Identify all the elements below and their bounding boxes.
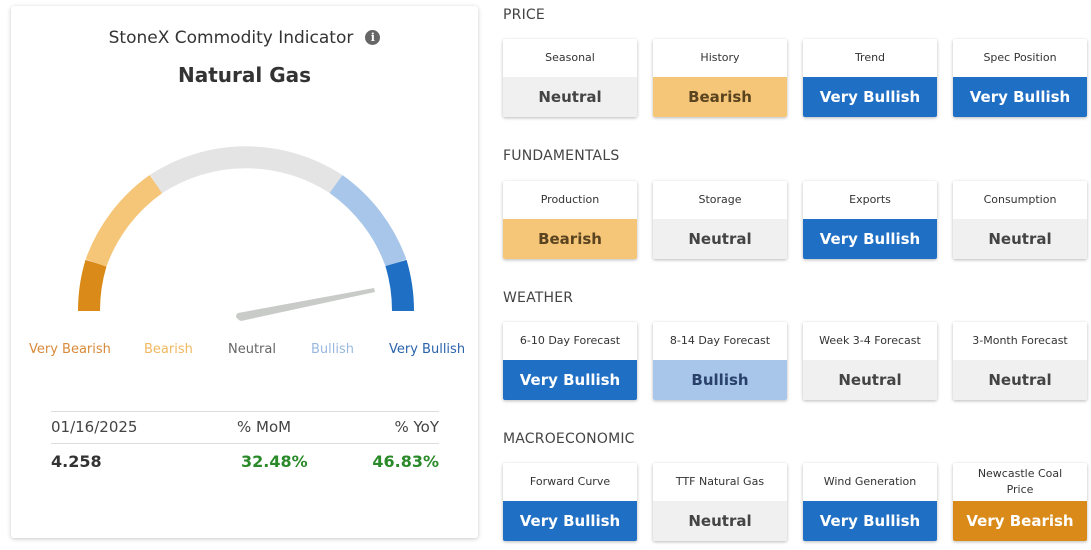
card-8-14-day-forecast[interactable]: 8-14 Day Forecast Bullish (653, 322, 787, 400)
card-status: Very Bullish (953, 77, 1087, 117)
card-3-month-forecast[interactable]: 3-Month Forecast Neutral (953, 322, 1087, 400)
card-status: Neutral (953, 219, 1087, 259)
card-status: Neutral (503, 77, 637, 117)
card-label: Storage (698, 193, 742, 206)
gauge-segment-bearish (85, 175, 163, 267)
label-very-bullish: Very Bullish (389, 342, 466, 357)
card-trend[interactable]: Trend Very Bullish (803, 39, 937, 117)
card-label: 3-Month Forecast (972, 334, 1068, 347)
stats-date: 01/16/2025 (51, 418, 138, 436)
card-label: History (700, 51, 740, 64)
card-seasonal[interactable]: Seasonal Neutral (503, 39, 637, 117)
stats-yoy-label: % YoY (394, 418, 439, 436)
stats-mom-label: % MoM (237, 418, 292, 436)
card-6-10-day-forecast[interactable]: 6-10 Day Forecast Very Bullish (503, 322, 637, 400)
card-status: Neutral (653, 501, 787, 541)
card-label: 8-14 Day Forecast (669, 334, 771, 347)
card-consumption[interactable]: Consumption Neutral (953, 181, 1087, 259)
gauge-segment-very-bearish (77, 259, 107, 312)
card-label: Seasonal (545, 51, 595, 64)
stats-price: 4.258 (51, 452, 102, 471)
gauge-needle (236, 288, 375, 321)
card-label: Forward Curve (529, 475, 611, 488)
card-ttf-natural-gas[interactable]: TTF Natural Gas Neutral (653, 463, 787, 541)
card-status: Very Bullish (803, 219, 937, 259)
card-label: Week 3-4 Forecast (819, 334, 921, 347)
card-label: 6-10 Day Forecast (519, 334, 621, 347)
section-title-macroeconomic: MACROECONOMIC (503, 431, 635, 447)
card-status: Neutral (803, 360, 937, 400)
gauge-segment-bullish (329, 175, 407, 267)
card-history[interactable]: History Bearish (653, 39, 787, 117)
card-status: Very Bullish (503, 501, 637, 541)
gauge-segment-neutral (150, 146, 342, 194)
stats-value-row: 4.258 32.48% 46.83% (51, 444, 439, 474)
card-status: Very Bearish (953, 501, 1087, 541)
indicator-panel: StoneX Commodity Indicator i Natural Gas … (11, 6, 478, 538)
card-label: TTF Natural Gas (675, 475, 765, 488)
card-status: Very Bullish (503, 360, 637, 400)
commodity-name: Natural Gas (177, 63, 312, 87)
card-label: Exports (849, 193, 891, 206)
card-label: Trend (854, 51, 886, 64)
gauge-segment-very-bullish (385, 259, 415, 312)
indicator-title: StoneX Commodity Indicator (108, 28, 354, 48)
info-icon[interactable]: i (365, 30, 381, 45)
card-label: Production (540, 193, 600, 206)
card-exports[interactable]: Exports Very Bullish (803, 181, 937, 259)
stats-mom-value: 32.48% (241, 452, 308, 471)
card-production[interactable]: Production Bearish (503, 181, 637, 259)
sentiment-gauge (77, 146, 415, 321)
card-status: Very Bullish (803, 501, 937, 541)
card-forward-curve[interactable]: Forward Curve Very Bullish (503, 463, 637, 541)
card-status: Neutral (953, 360, 1087, 400)
label-neutral: Neutral (228, 342, 276, 357)
label-bullish: Bullish (311, 342, 355, 357)
section-title-fundamentals: FUNDAMENTALS (503, 148, 620, 164)
card-status: Very Bullish (803, 77, 937, 117)
label-bearish: Bearish (144, 342, 193, 357)
section-title-price: PRICE (503, 7, 545, 23)
indicator-title-row: StoneX Commodity Indicator i (11, 28, 478, 48)
card-status: Bearish (653, 77, 787, 117)
card-spec-position[interactable]: Spec Position Very Bullish (953, 39, 1087, 117)
card-label: Spec Position (983, 51, 1057, 64)
card-storage[interactable]: Storage Neutral (653, 181, 787, 259)
card-status: Bullish (653, 360, 787, 400)
label-very-bearish: Very Bearish (29, 342, 111, 357)
card-label: Wind Generation (823, 475, 917, 488)
card-label: Newcastle Coal Price (977, 467, 1063, 496)
card-wind-generation[interactable]: Wind Generation Very Bullish (803, 463, 937, 541)
stats-header-row: 01/16/2025 % MoM % YoY (51, 411, 439, 444)
card-status: Bearish (503, 219, 637, 259)
stats-yoy-value: 46.83% (372, 452, 439, 471)
card-label: Consumption (983, 193, 1057, 206)
card-week-3-4-forecast[interactable]: Week 3-4 Forecast Neutral (803, 322, 937, 400)
card-newcastle-coal-price[interactable]: Newcastle Coal Price Very Bearish (953, 463, 1087, 541)
stats-table: 01/16/2025 % MoM % YoY 4.258 32.48% 46.8… (51, 411, 439, 474)
section-title-weather: WEATHER (503, 290, 574, 306)
card-status: Neutral (653, 219, 787, 259)
